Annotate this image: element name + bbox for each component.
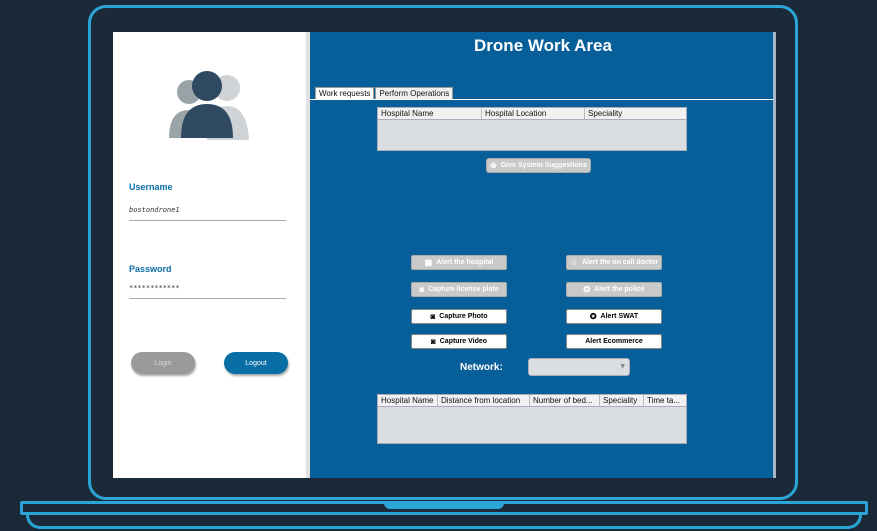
page-title: Drone Work Area <box>474 36 612 55</box>
hospital-table-header: Hospital Name Hospital Location Speciali… <box>378 108 686 120</box>
app-window: Username bostondrone1 Password *********… <box>113 32 776 478</box>
tab-underline <box>310 99 776 100</box>
username-label: Username <box>129 182 173 192</box>
column-header[interactable]: Distance from location <box>438 395 530 406</box>
column-header[interactable]: Hospital Name <box>378 108 482 119</box>
camera-icon: ◙ <box>430 312 436 321</box>
alert-ecommerce-button[interactable]: Alert Ecommerce <box>566 334 662 349</box>
laptop-notch <box>384 502 504 509</box>
alert-swat-button[interactable]: ✪ Alert SWAT <box>566 309 662 324</box>
work-area-panel: Drone Work Area Work requests Perform Op… <box>310 32 776 478</box>
column-header[interactable]: Hospital Name <box>378 395 438 406</box>
capture-plate-label: Capture license plate <box>428 286 499 293</box>
hospital-table[interactable]: Hospital Name Hospital Location Speciali… <box>377 107 687 151</box>
alert-police-button[interactable]: ✪ Alert the police <box>566 282 662 297</box>
swat-icon: ✪ <box>589 312 597 321</box>
alert-doctor-button[interactable]: ☺ Alert the on call doctor <box>566 255 662 270</box>
alert-hospital-label: Alert the hospital <box>436 259 494 266</box>
password-label: Password <box>129 264 172 274</box>
police-icon: ✪ <box>583 285 591 294</box>
capture-video-button[interactable]: ◙ Capture Video <box>411 334 507 349</box>
tab-bar: Work requests Perform Operations <box>315 87 454 99</box>
capture-photo-button[interactable]: ◙ Capture Photo <box>411 309 507 324</box>
login-panel: Username bostondrone1 Password *********… <box>113 32 306 478</box>
alert-swat-label: Alert SWAT <box>600 313 639 320</box>
plus-circle-icon: ⊕ <box>490 161 497 170</box>
camera-icon: ◙ <box>419 285 425 294</box>
tab-perform-operations[interactable]: Perform Operations <box>375 87 454 99</box>
chevron-down-icon: ▼ <box>620 363 625 370</box>
doctor-icon: ☺ <box>569 258 578 267</box>
column-header[interactable]: Time ta... <box>644 395 686 406</box>
give-suggestions-button[interactable]: ⊕ Give System Suggestions <box>486 158 591 173</box>
capture-video-label: Capture Video <box>439 338 488 345</box>
hospital-distance-table-header: Hospital Name Distance from location Num… <box>378 395 686 407</box>
hospital-distance-table[interactable]: Hospital Name Distance from location Num… <box>377 394 687 444</box>
column-header[interactable]: Speciality <box>585 108 686 119</box>
alert-doctor-label: Alert the on call doctor <box>581 259 659 266</box>
password-field[interactable]: ************ <box>129 284 286 299</box>
window-edge <box>773 32 776 478</box>
alert-hospital-button[interactable]: ▦ Alert the hospital <box>411 255 507 270</box>
login-button[interactable]: Login <box>131 352 195 374</box>
capture-plate-button[interactable]: ◙ Capture license plate <box>411 282 507 297</box>
column-header[interactable]: Number of bed... <box>530 395 600 406</box>
column-header[interactable]: Speciality <box>600 395 644 406</box>
give-suggestions-label: Give System Suggestions <box>500 162 587 169</box>
username-field[interactable]: bostondrone1 <box>129 206 286 221</box>
laptop-base-lower <box>26 515 862 529</box>
network-label: Network: <box>460 362 503 373</box>
capture-photo-label: Capture Photo <box>439 313 488 320</box>
alert-police-label: Alert the police <box>594 286 645 293</box>
column-header[interactable]: Hospital Location <box>482 108 585 119</box>
hospital-icon: ▦ <box>424 258 433 267</box>
network-select[interactable]: ▼ <box>528 358 630 376</box>
tab-work-requests[interactable]: Work requests <box>315 87 375 99</box>
camera-icon: ◙ <box>430 337 436 346</box>
logout-button[interactable]: Logout <box>224 352 288 374</box>
users-avatar-icon <box>169 71 249 140</box>
